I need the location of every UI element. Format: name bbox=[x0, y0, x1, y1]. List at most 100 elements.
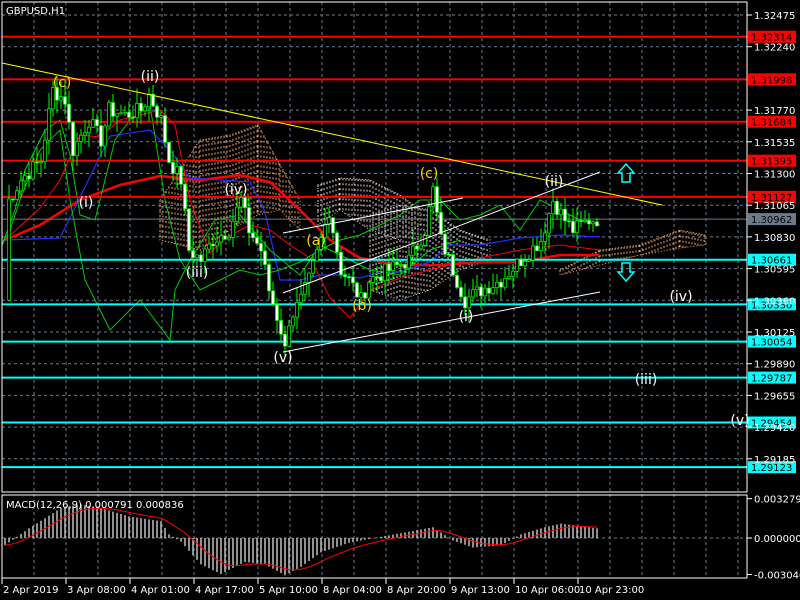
support-level-label: 1.30054 bbox=[751, 338, 792, 349]
candle-bear bbox=[255, 237, 259, 244]
candle-bull bbox=[391, 261, 395, 272]
candle-bull bbox=[367, 281, 371, 299]
candle-bull bbox=[327, 217, 331, 225]
arrow-down-icon bbox=[616, 262, 636, 283]
candle-bear bbox=[267, 264, 271, 292]
candle-bear bbox=[555, 200, 559, 215]
candle-bear bbox=[243, 197, 247, 208]
candle-bull bbox=[39, 161, 43, 163]
y-tick-label: 1.29890 bbox=[754, 360, 795, 371]
resistance-level-label: 1.31684 bbox=[751, 118, 792, 129]
candle-bull bbox=[135, 102, 139, 119]
wave-label: (iv) bbox=[669, 289, 692, 305]
candle-bull bbox=[203, 248, 207, 262]
candle-bear bbox=[395, 261, 399, 265]
candle-bull bbox=[515, 258, 519, 272]
trendlines bbox=[1, 62, 663, 353]
candle-bear bbox=[71, 121, 75, 156]
wave-label: (ii) bbox=[545, 174, 564, 190]
resistance-level-label: 1.31395 bbox=[751, 157, 792, 168]
x-tick-label: 2 Apr 2019 bbox=[3, 585, 58, 596]
candle-bull bbox=[591, 221, 595, 225]
candle-bear bbox=[67, 103, 71, 123]
candle-bull bbox=[19, 180, 23, 192]
candle-bull bbox=[195, 254, 199, 258]
candle-bull bbox=[583, 219, 587, 222]
candle-bull bbox=[531, 245, 535, 261]
candle-bull bbox=[359, 292, 363, 298]
candle-bull bbox=[107, 102, 111, 127]
x-tick-label: 4 Apr 17:00 bbox=[195, 585, 254, 596]
price-levels: 1.323141.319981.316841.313951.311271.306… bbox=[2, 30, 796, 474]
candle-bull bbox=[291, 316, 295, 327]
macd-label: MACD(12,26,9) 0.000791 0.000836 bbox=[6, 500, 184, 511]
candle-bear bbox=[251, 232, 255, 239]
x-tick-label: 8 Apr 20:00 bbox=[387, 585, 446, 596]
y-tick-label: 1.30360 bbox=[754, 296, 795, 307]
candle-bear bbox=[379, 276, 383, 281]
candle-bear bbox=[283, 333, 287, 347]
candle-bear bbox=[415, 245, 419, 250]
candle-bear bbox=[463, 296, 467, 309]
candle-bear bbox=[223, 235, 227, 240]
candle-bear bbox=[187, 208, 191, 251]
candle-bull bbox=[511, 270, 515, 277]
current-price-label: 1.30962 bbox=[751, 215, 792, 226]
candle-bull bbox=[231, 221, 235, 238]
candle-bear bbox=[275, 303, 279, 321]
candle-bear bbox=[259, 243, 263, 252]
wave-label: (a) bbox=[306, 233, 326, 249]
candle-bull bbox=[227, 236, 231, 240]
candle-bull bbox=[307, 272, 311, 283]
candle-bull bbox=[159, 115, 163, 118]
candle-bear bbox=[183, 183, 187, 210]
candle-bull bbox=[59, 96, 63, 101]
x-tick-label: 3 Apr 08:00 bbox=[67, 585, 126, 596]
candle-bull bbox=[147, 93, 151, 108]
wave-label: (i) bbox=[79, 195, 94, 211]
candle-bear bbox=[11, 198, 15, 201]
candle-bull bbox=[543, 232, 547, 242]
candle-bull bbox=[207, 243, 211, 250]
candle-bear bbox=[351, 276, 355, 284]
price-chart[interactable]: 1.323141.319981.316841.313951.311271.306… bbox=[0, 0, 800, 600]
candle-bull bbox=[215, 241, 219, 247]
candle-bear bbox=[447, 254, 451, 256]
y-tick-label: 1.32240 bbox=[754, 43, 795, 54]
x-tick-label: 10 Apr 23:00 bbox=[579, 585, 644, 596]
candle-bull bbox=[539, 241, 543, 252]
candle-bull bbox=[239, 197, 243, 208]
candle-bull bbox=[43, 139, 47, 162]
y-tick-label: 1.30830 bbox=[754, 233, 795, 244]
candle-bull bbox=[383, 263, 387, 281]
macd-y-tick-label: -0.003040 bbox=[754, 570, 800, 581]
candle-bull bbox=[87, 126, 91, 134]
candle-bear bbox=[355, 282, 359, 298]
candle-bear bbox=[111, 102, 115, 117]
candle-bear bbox=[403, 264, 407, 269]
candle-bear bbox=[63, 96, 67, 105]
candle-bear bbox=[387, 263, 391, 272]
candle-bull bbox=[547, 213, 551, 234]
y-tick-label: 1.31300 bbox=[754, 169, 795, 180]
candle-bull bbox=[527, 259, 531, 262]
wave-label: (v) bbox=[273, 350, 292, 366]
candle-bear bbox=[595, 221, 599, 227]
candle-bull bbox=[235, 206, 239, 222]
candle-bull bbox=[507, 276, 511, 279]
candle-bear bbox=[375, 276, 379, 278]
candle-bear bbox=[27, 175, 31, 180]
candle-bull bbox=[47, 108, 51, 141]
candle-bull bbox=[15, 190, 19, 200]
arrows bbox=[616, 162, 636, 283]
candle-bear bbox=[155, 105, 159, 118]
candle-bear bbox=[587, 219, 591, 225]
candle-bear bbox=[535, 245, 539, 252]
candle-bull bbox=[483, 287, 487, 297]
candle-bear bbox=[127, 111, 131, 118]
candle-bull bbox=[407, 254, 411, 269]
candle-bear bbox=[191, 250, 195, 258]
candle-bear bbox=[347, 276, 351, 279]
channel-lower-line[interactable] bbox=[282, 291, 601, 353]
y-tick-label: 1.29185 bbox=[754, 455, 795, 466]
